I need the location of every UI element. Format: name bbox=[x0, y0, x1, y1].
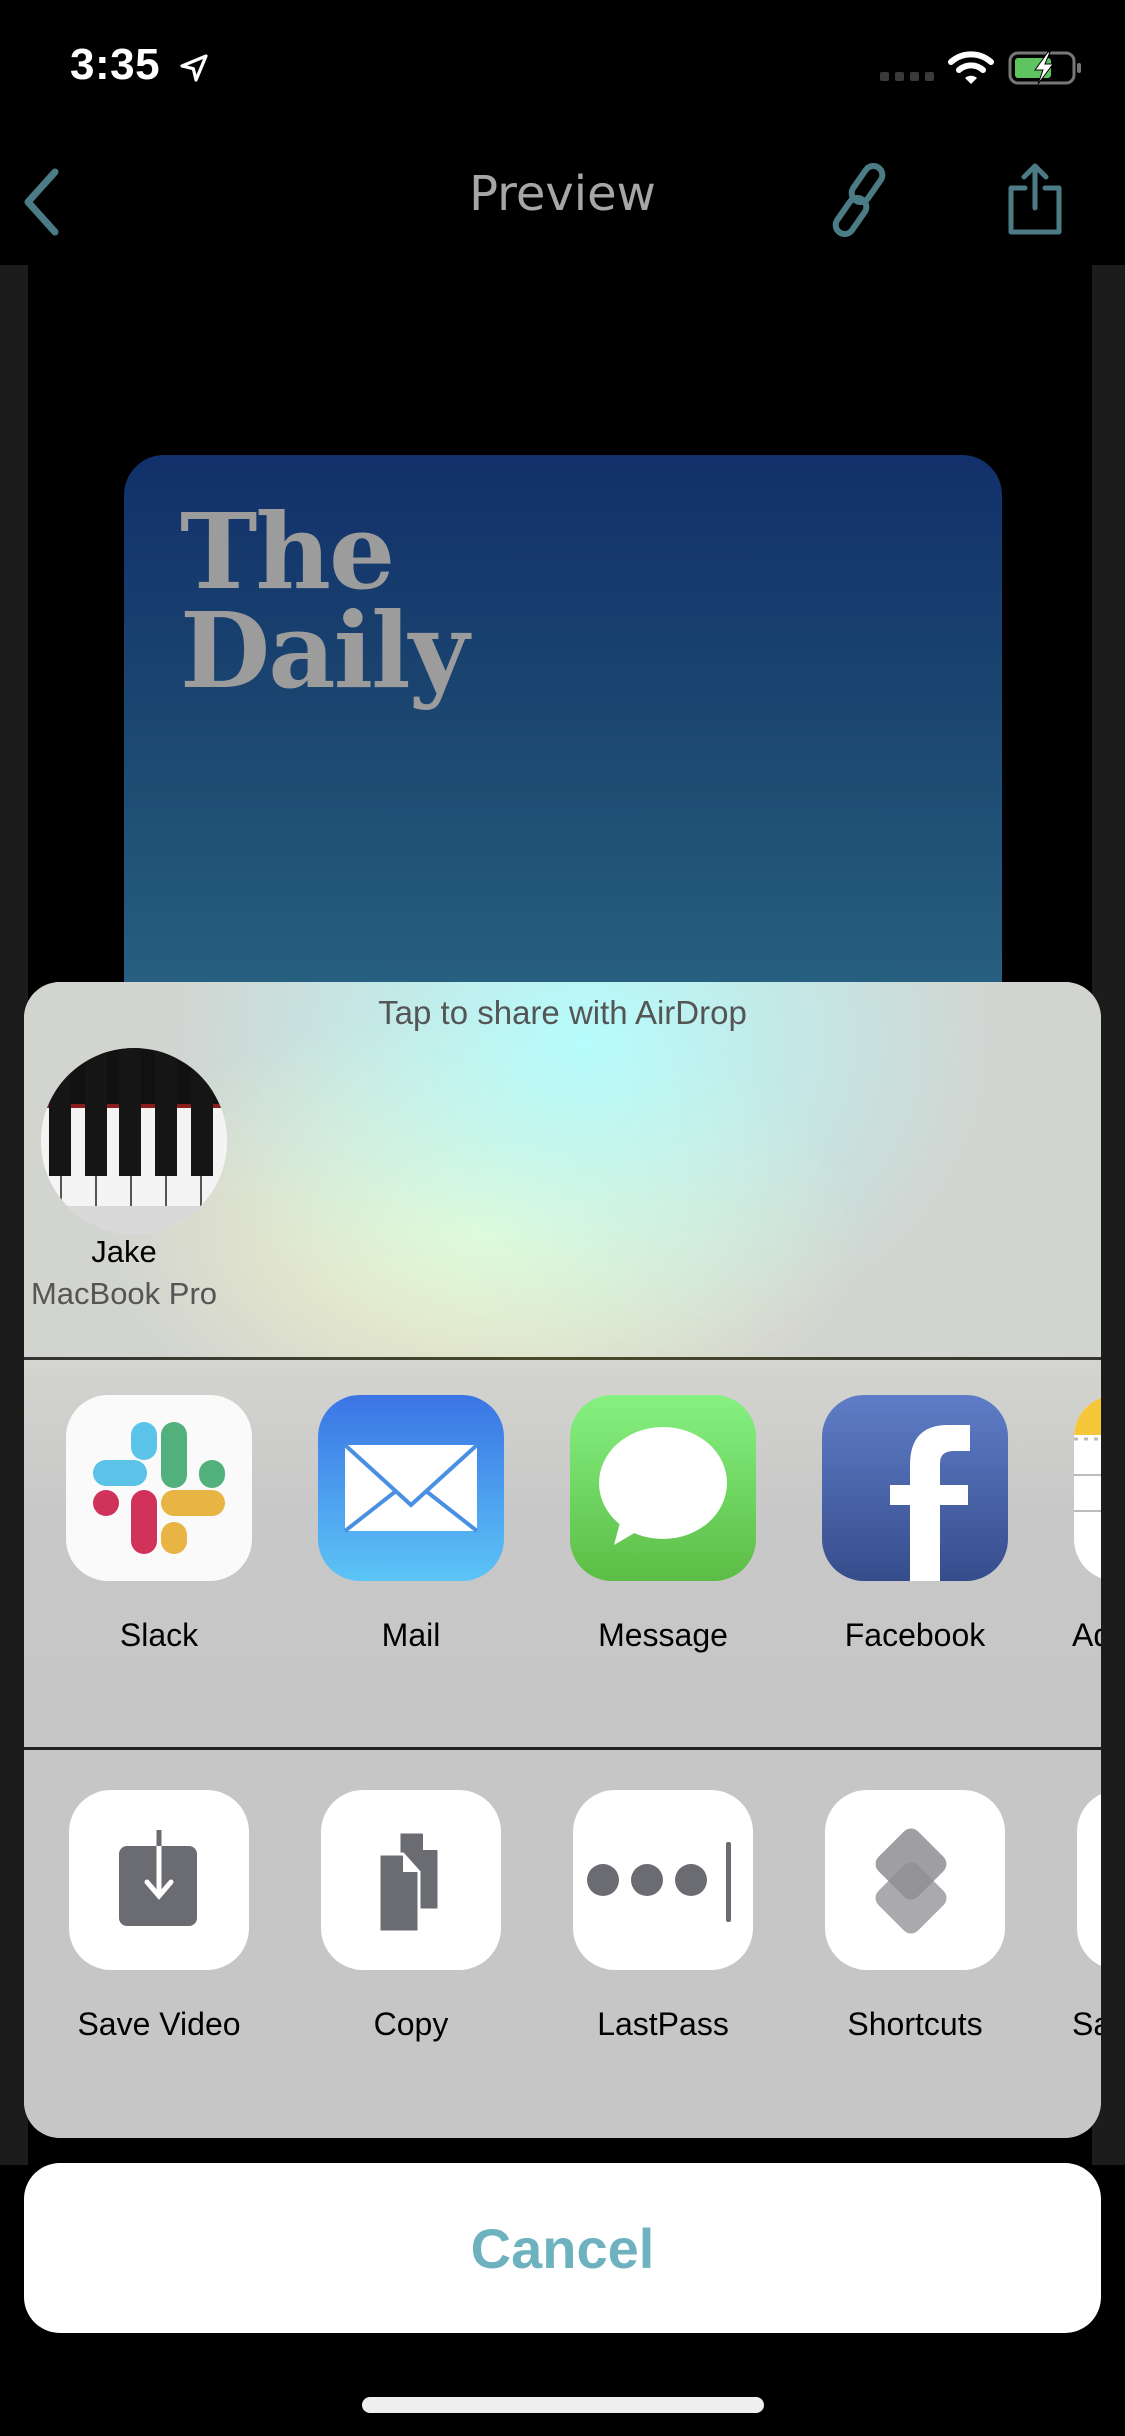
battery-charging-icon bbox=[1008, 51, 1081, 85]
action-icon bbox=[1077, 1790, 1101, 1970]
share-app-label: Mail bbox=[381, 1617, 441, 1653]
podcast-artwork: The Daily bbox=[124, 455, 1002, 1055]
share-app-label: Slack bbox=[119, 1617, 199, 1653]
cellular-signal-icon bbox=[880, 72, 934, 81]
piano-keys-avatar bbox=[41, 1048, 227, 1234]
link-icon bbox=[832, 162, 886, 238]
copy-link-button[interactable] bbox=[820, 160, 900, 240]
share-app-messages[interactable]: Message bbox=[568, 1395, 758, 1654]
wifi-icon bbox=[948, 51, 994, 84]
airdrop-target-device: MacBook Pro bbox=[30, 1276, 218, 1311]
copy-icon bbox=[321, 1790, 501, 1970]
artwork-title-line2: Daily bbox=[180, 588, 469, 712]
lastpass-icon bbox=[573, 1790, 753, 1970]
navigation-bar: Preview bbox=[0, 130, 1125, 265]
artwork-title-line1: The bbox=[180, 490, 395, 613]
notes-icon bbox=[1074, 1395, 1101, 1581]
share-apps-row: Slack Mail Message Facebook A bbox=[24, 1360, 1101, 1730]
airdrop-target-jake[interactable]: Jake MacBook Pro bbox=[31, 1048, 227, 1311]
share-app-notes[interactable]: Ad bbox=[1072, 1395, 1101, 1654]
action-save-video[interactable]: Save Video bbox=[64, 1790, 254, 2043]
slack-icon bbox=[66, 1395, 252, 1581]
share-sheet: Tap to share with AirDrop Jake MacBook P… bbox=[24, 982, 1101, 2138]
airdrop-target-name: Jake bbox=[91, 1234, 157, 1269]
action-label: LastPass bbox=[597, 2006, 729, 2042]
artwork-title: The Daily bbox=[180, 490, 469, 712]
airdrop-hint: Tap to share with AirDrop bbox=[378, 994, 747, 1031]
share-app-facebook[interactable]: Facebook bbox=[820, 1395, 1010, 1654]
home-indicator[interactable] bbox=[362, 2397, 764, 2413]
status-time: 3:35 bbox=[70, 40, 161, 89]
facebook-icon bbox=[822, 1395, 1008, 1581]
share-app-slack[interactable]: Slack bbox=[64, 1395, 254, 1654]
page-title: Preview bbox=[469, 166, 656, 222]
action-save[interactable]: Sa bbox=[1072, 1790, 1101, 2043]
share-app-label: Message bbox=[598, 1617, 728, 1653]
share-app-mail[interactable]: Mail bbox=[316, 1395, 506, 1654]
action-copy[interactable]: Copy bbox=[316, 1790, 506, 2043]
status-bar: 3:35 bbox=[0, 0, 1125, 130]
cancel-button[interactable]: Cancel bbox=[24, 2163, 1101, 2333]
share-app-label: Ad bbox=[1072, 1617, 1101, 1653]
action-shortcuts[interactable]: Shortcuts bbox=[820, 1790, 1010, 2043]
action-lastpass[interactable]: LastPass bbox=[568, 1790, 758, 2043]
action-label: Save Video bbox=[77, 2006, 241, 2042]
action-label: Sa bbox=[1072, 2006, 1101, 2042]
share-icon bbox=[1008, 163, 1062, 235]
location-arrow-icon bbox=[180, 54, 208, 82]
mail-icon bbox=[318, 1395, 504, 1581]
share-actions-row: Save Video Copy LastPass Shortcuts S bbox=[24, 1750, 1101, 2138]
action-label: Shortcuts bbox=[847, 2006, 983, 2042]
share-button[interactable] bbox=[1005, 160, 1065, 240]
shortcuts-icon bbox=[825, 1790, 1005, 1970]
action-label: Copy bbox=[373, 2006, 449, 2042]
save-video-icon bbox=[69, 1790, 249, 1970]
messages-icon bbox=[570, 1395, 756, 1581]
share-app-label: Facebook bbox=[844, 1617, 986, 1653]
airdrop-section: Tap to share with AirDrop Jake MacBook P… bbox=[24, 982, 1101, 1357]
